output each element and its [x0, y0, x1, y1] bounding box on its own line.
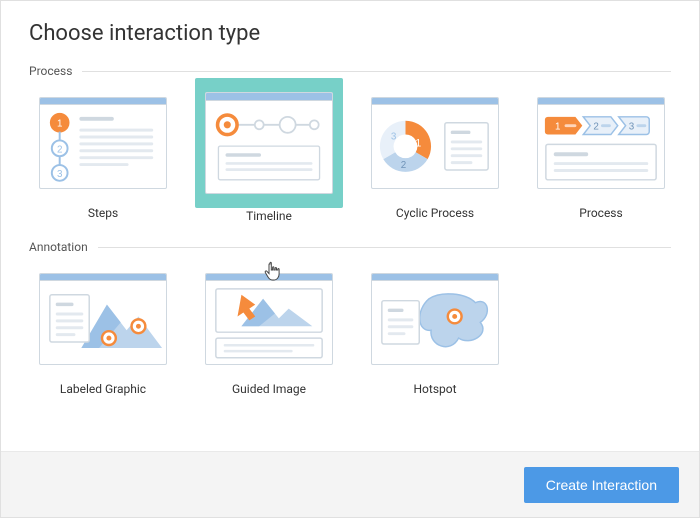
create-interaction-button[interactable]: Create Interaction: [524, 467, 679, 503]
option-label: Cyclic Process: [396, 206, 474, 220]
option-hotspot[interactable]: Hotspot: [361, 264, 509, 396]
dialog-content: Choose interaction type Process 1: [1, 1, 699, 451]
section-label-annotation: Annotation: [29, 240, 671, 254]
svg-text:3: 3: [57, 169, 63, 180]
option-label: Guided Image: [232, 382, 306, 396]
labeled-graphic-icon: [40, 281, 166, 364]
svg-text:2: 2: [401, 160, 406, 171]
option-steps[interactable]: 1 2 3: [29, 88, 177, 220]
hotspot-icon: [372, 281, 498, 364]
cyclic-process-icon: 1 2 3: [372, 105, 498, 188]
section-label-text: Annotation: [29, 240, 88, 254]
svg-text:2: 2: [593, 122, 598, 133]
divider: [82, 71, 671, 72]
option-guided-image[interactable]: Guided Image: [195, 264, 343, 396]
svg-text:1: 1: [57, 119, 62, 130]
option-process[interactable]: 1 2 3: [527, 88, 675, 220]
divider: [98, 247, 671, 248]
option-timeline[interactable]: Timeline: [195, 88, 343, 220]
svg-text:1: 1: [415, 138, 421, 150]
option-label: Labeled Graphic: [60, 382, 146, 396]
option-label: Hotspot: [413, 382, 456, 396]
dialog-title: Choose interaction type: [29, 21, 671, 46]
guided-image-icon: [206, 281, 332, 364]
svg-text:3: 3: [391, 132, 397, 143]
section-label-process: Process: [29, 64, 671, 78]
process-icon: 1 2 3: [538, 105, 664, 188]
option-cyclic-process[interactable]: 1 2 3: [361, 88, 509, 220]
option-label: Process: [579, 206, 622, 220]
option-labeled-graphic[interactable]: Labeled Graphic: [29, 264, 177, 396]
annotation-grid: Labeled Graphic: [29, 264, 671, 396]
svg-text:2: 2: [57, 145, 62, 156]
section-label-text: Process: [29, 64, 72, 78]
option-label: Timeline: [246, 209, 292, 223]
option-label: Steps: [88, 206, 118, 220]
dialog-footer: Create Interaction: [1, 451, 699, 517]
svg-text:3: 3: [629, 122, 635, 133]
process-grid: 1 2 3: [29, 88, 671, 220]
choose-interaction-dialog: Choose interaction type Process 1: [0, 0, 700, 518]
steps-icon: 1 2 3: [40, 105, 166, 188]
timeline-icon: [206, 101, 332, 193]
svg-text:1: 1: [555, 122, 560, 133]
